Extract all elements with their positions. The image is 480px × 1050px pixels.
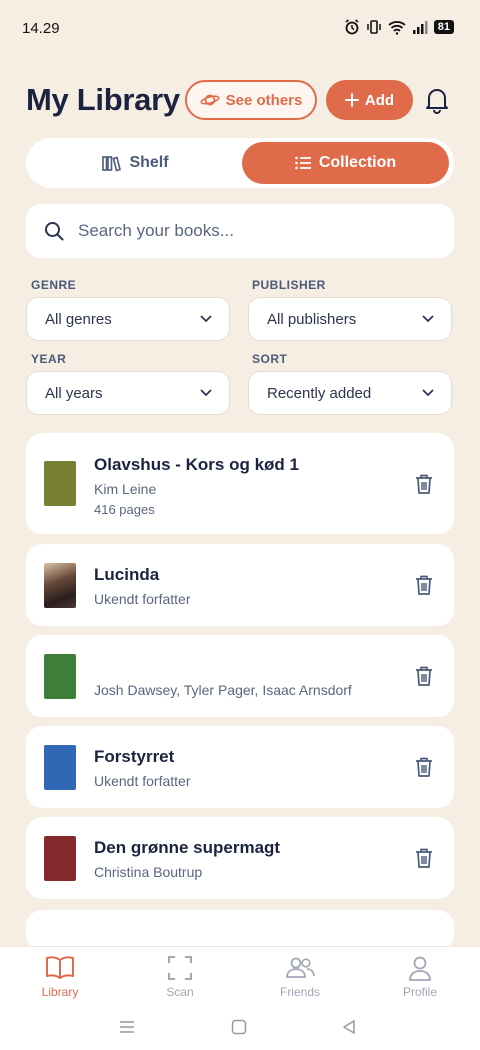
nav-friends[interactable]: Friends	[240, 955, 360, 1009]
nav-scan-label: Scan	[166, 985, 194, 999]
wifi-icon	[388, 21, 406, 35]
chevron-down-icon	[422, 315, 434, 323]
book-open-icon	[46, 956, 74, 979]
year-value: All years	[45, 384, 103, 402]
menu-icon[interactable]	[119, 1020, 135, 1034]
scan-icon	[168, 956, 192, 980]
book-card[interactable]: Olavshus - Kors og kød 1 Kim Leine 416 p…	[26, 433, 454, 534]
chevron-down-icon	[422, 389, 434, 397]
bottom-nav: Library Scan Friends Profile	[0, 946, 480, 1050]
book-card-partial[interactable]	[26, 910, 454, 950]
nav-profile-label: Profile	[402, 985, 437, 999]
add-book-button[interactable]: Add	[326, 80, 413, 120]
nav-scan[interactable]: Scan	[120, 955, 240, 1009]
tab-shelf-label: Shelf	[129, 154, 169, 171]
book-author: Christina Boutrup	[94, 864, 203, 880]
signal-icon	[412, 21, 428, 34]
book-cover	[44, 461, 76, 506]
home-icon[interactable]	[231, 1019, 247, 1035]
trash-icon[interactable]	[414, 574, 434, 596]
genre-value: All genres	[45, 310, 112, 328]
nav-library[interactable]: Library	[0, 955, 120, 1009]
chevron-down-icon	[200, 315, 212, 323]
book-author: Kim Leine	[94, 481, 157, 497]
page-header: My Library See others Add	[26, 78, 456, 122]
status-icons: 81	[344, 19, 454, 35]
back-icon[interactable]	[342, 1019, 356, 1035]
book-title: Olavshus - Kors og kød 1	[94, 455, 299, 474]
system-nav-bar	[0, 1017, 480, 1037]
tab-shelf[interactable]: Shelf	[30, 142, 240, 184]
year-label: YEAR	[31, 352, 67, 366]
publisher-select[interactable]: All publishers	[248, 297, 452, 341]
publisher-value: All publishers	[267, 310, 357, 328]
book-card[interactable]: Lucinda Ukendt forfatter	[26, 544, 454, 626]
book-card[interactable]: Josh Dawsey, Tyler Pager, Isaac Arnsdorf	[26, 635, 454, 717]
plus-icon	[344, 93, 359, 107]
book-title: Den grønne supermagt	[94, 838, 281, 857]
profile-icon	[409, 956, 431, 981]
sort-select[interactable]: Recently added	[248, 371, 452, 415]
trash-icon[interactable]	[414, 756, 434, 778]
book-cover	[44, 563, 76, 608]
book-pages: 416 pages	[94, 502, 155, 517]
friends-icon	[286, 957, 315, 978]
trash-icon[interactable]	[414, 665, 434, 687]
tab-collection-label: Collection	[318, 154, 397, 171]
book-cover	[44, 654, 76, 699]
shelf-icon	[102, 156, 122, 172]
search-icon	[45, 222, 64, 241]
alarm-icon	[345, 19, 359, 35]
publisher-label: PUBLISHER	[252, 278, 326, 292]
trash-icon[interactable]	[414, 847, 434, 869]
nav-library-label: Library	[41, 985, 79, 999]
planet-icon	[200, 94, 220, 106]
battery-indicator: 81	[433, 20, 454, 34]
sort-label: SORT	[252, 352, 288, 366]
see-others-button[interactable]: See others	[185, 80, 317, 120]
genre-select[interactable]: All genres	[26, 297, 230, 341]
vibrate-icon	[367, 20, 381, 34]
view-toggle: Shelf Collection	[26, 138, 454, 188]
search-input[interactable]: Search your books...	[26, 204, 454, 258]
nav-friends-label: Friends	[279, 985, 320, 999]
book-title: Lucinda	[94, 565, 160, 584]
year-select[interactable]: All years	[26, 371, 230, 415]
search-placeholder: Search your books...	[78, 221, 234, 240]
list-icon	[295, 156, 311, 170]
book-card[interactable]: Forstyrret Ukendt forfatter	[26, 726, 454, 808]
add-label: Add	[364, 91, 395, 109]
nav-profile[interactable]: Profile	[360, 955, 480, 1009]
book-author: Ukendt forfatter	[94, 773, 191, 789]
see-others-label: See others	[225, 91, 303, 109]
trash-icon[interactable]	[414, 473, 434, 495]
book-cover	[44, 745, 76, 790]
chevron-down-icon	[200, 389, 212, 397]
book-author: Josh Dawsey, Tyler Pager, Isaac Arnsdorf	[94, 682, 352, 698]
bell-icon[interactable]	[424, 86, 450, 114]
sort-value: Recently added	[267, 384, 372, 402]
tab-collection[interactable]: Collection	[242, 142, 449, 184]
status-bar: 14.29 81	[0, 0, 480, 58]
book-cover	[44, 836, 76, 881]
page-title: My Library	[26, 82, 180, 117]
genre-label: GENRE	[31, 278, 77, 292]
book-author: Ukendt forfatter	[94, 591, 191, 607]
status-time: 14.29	[22, 20, 60, 37]
book-card[interactable]: Den grønne supermagt Christina Boutrup	[26, 817, 454, 899]
book-title: Forstyrret	[94, 747, 175, 766]
